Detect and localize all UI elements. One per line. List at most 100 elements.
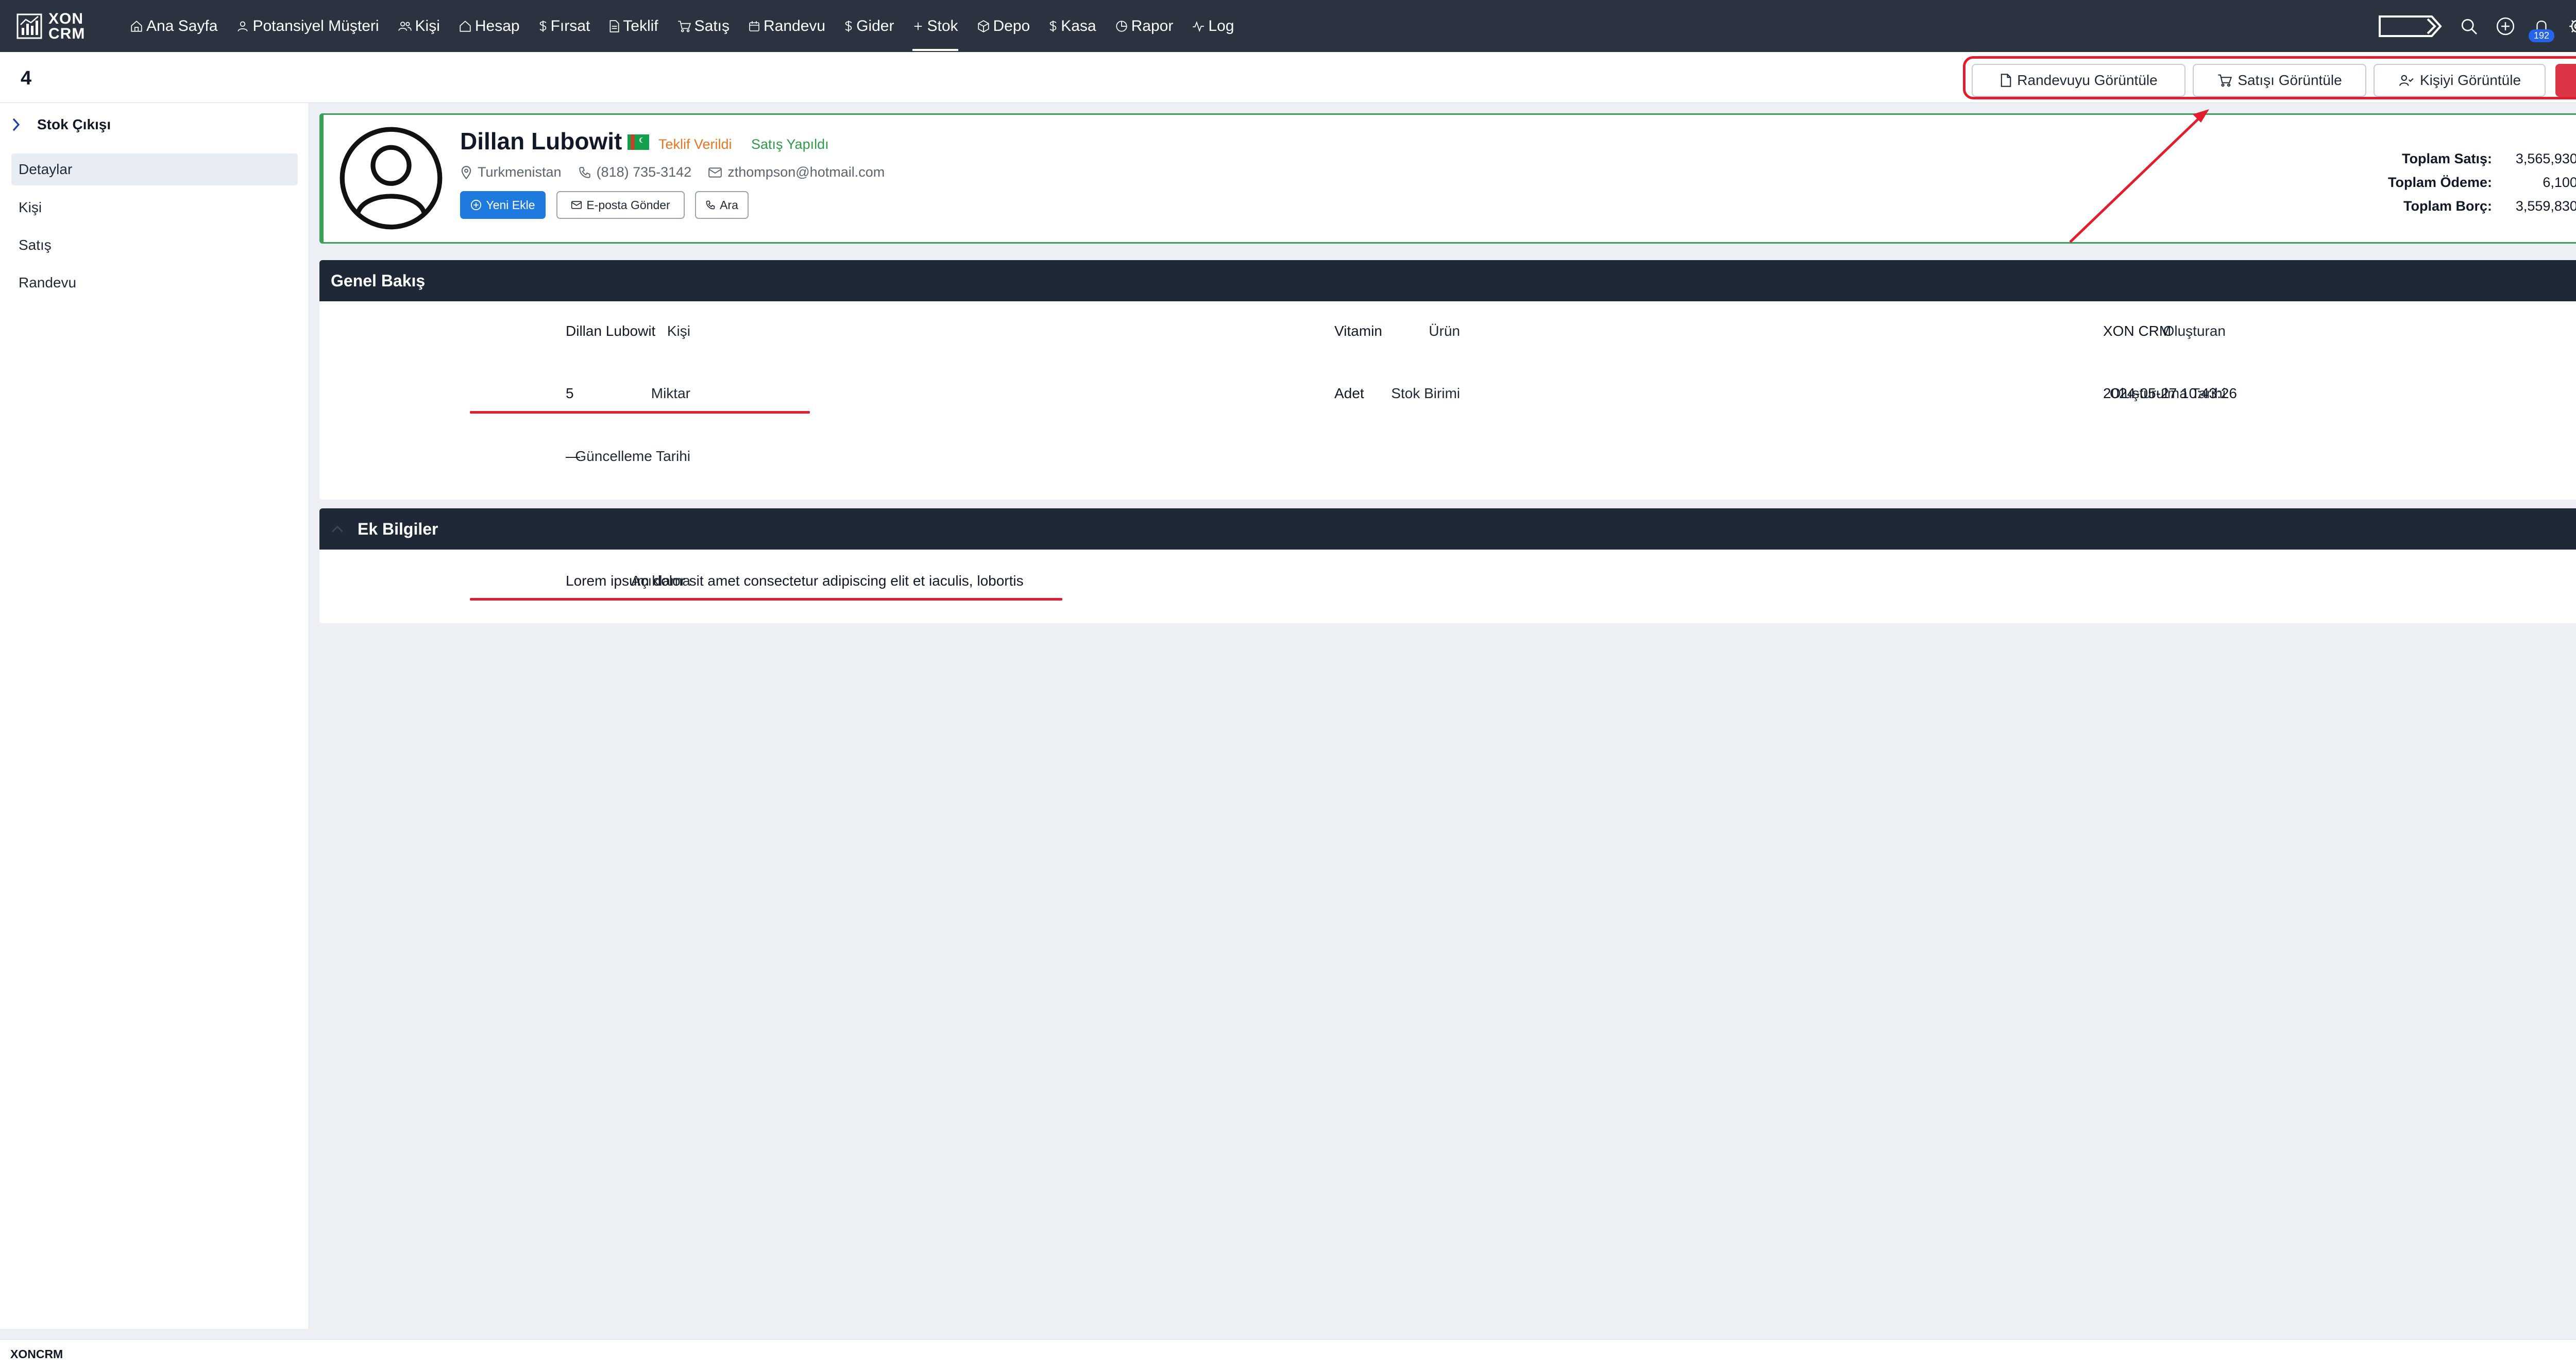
dollar-icon xyxy=(1049,20,1057,32)
chevron-right-icon xyxy=(12,118,20,131)
nav-item-satis[interactable]: Satış xyxy=(677,0,730,52)
logo-line2: CRM xyxy=(48,25,86,42)
total-label: Toplam Satış: xyxy=(2401,150,2492,166)
sidebar-item-label: Satış xyxy=(19,237,52,253)
nav-item-kasa[interactable]: Kasa xyxy=(1048,0,1096,52)
view-appointment-button[interactable]: Randevuyu Görüntüle xyxy=(1972,64,2185,97)
quantity-value: 5 xyxy=(566,385,574,401)
phone-icon xyxy=(579,166,590,178)
detail-sidebar: Stok Çıkışı Detaylar Kişi Satış Randevu xyxy=(0,103,309,1329)
settings-button[interactable] xyxy=(2568,16,2576,36)
total-label: Toplam Borç: xyxy=(2403,198,2492,214)
status-offer-badge: Teklif Verildi xyxy=(658,136,732,152)
nav-item-depo[interactable]: Depo xyxy=(977,0,1030,52)
total-payment-row: Toplam Ödeme: 6,100.00 TL xyxy=(2388,170,2576,194)
building-icon xyxy=(460,20,471,32)
search-button[interactable] xyxy=(2460,17,2478,36)
box-icon xyxy=(977,20,989,32)
gear-icon xyxy=(2569,20,2576,32)
view-sale-button[interactable]: Satışı Görüntüle xyxy=(2193,64,2366,97)
nav-item-log[interactable]: Log xyxy=(1192,0,1234,52)
add-button[interactable] xyxy=(2496,16,2515,36)
nav-label: Gider xyxy=(856,17,894,35)
nav-item-randevu[interactable]: Randevu xyxy=(748,0,825,52)
notification-count-badge: 192 xyxy=(2529,29,2555,42)
document-icon xyxy=(609,20,619,32)
search-icon xyxy=(2461,19,2477,35)
contact-name[interactable]: Dillan Lubowit xyxy=(460,127,622,155)
phone-info[interactable]: (818) 735-3142 xyxy=(578,164,692,180)
app-logo[interactable]: XON CRM xyxy=(16,11,109,41)
nav-item-rapor[interactable]: Rapor xyxy=(1115,0,1174,52)
nav-label: Satış xyxy=(694,17,730,35)
activity-icon xyxy=(1193,21,1205,32)
nav-label: Log xyxy=(1208,17,1234,35)
phone-text: (818) 735-3142 xyxy=(596,164,692,180)
email-text: zthompson@hotmail.com xyxy=(727,164,885,180)
nav-item-gider[interactable]: Gider xyxy=(844,0,894,52)
nav-label: Depo xyxy=(993,17,1030,35)
nav-item-kisi[interactable]: Kişi xyxy=(398,0,440,52)
nav-item-hesap[interactable]: Hesap xyxy=(459,0,520,52)
total-value: 3,559,830.00 TL xyxy=(2515,198,2576,214)
created-by-value: XON CRM xyxy=(2103,323,2172,339)
nav-label: Kasa xyxy=(1061,17,1096,35)
sidebar-header[interactable]: Stok Çıkışı xyxy=(10,116,111,133)
overview-section: Genel Bakış Kişi Dillan Lubowit Ürün Vit… xyxy=(319,260,2576,500)
sidebar-title: Stok Çıkışı xyxy=(37,116,111,132)
nav-label: Randevu xyxy=(764,17,826,35)
nav-label: Teklif xyxy=(623,17,658,35)
sidebar-item-satis[interactable]: Satış xyxy=(11,229,298,261)
total-sales-row: Toplam Satış: 3,565,930.00 TL xyxy=(2388,147,2576,170)
nav-item-potansiyel-musteri[interactable]: Potansiyel Müşteri xyxy=(236,0,379,52)
call-button[interactable]: Ara xyxy=(695,191,749,219)
sidebar-item-randevu[interactable]: Randevu xyxy=(11,267,298,299)
record-id: 4 xyxy=(21,67,32,89)
button-label: Randevuyu Görüntüle xyxy=(2017,72,2158,88)
nav-label: Kişi xyxy=(415,17,440,35)
quantity-label: Miktar xyxy=(651,385,690,401)
cart-icon xyxy=(677,20,691,32)
notifications-button[interactable]: 192 xyxy=(2529,17,2555,42)
email-info[interactable]: zthompson@hotmail.com xyxy=(708,164,885,180)
nav-label: Rapor xyxy=(1131,17,1174,35)
sidebar-item-label: Randevu xyxy=(19,275,77,290)
created-at-value: 2024-05-27 10:43:26 xyxy=(2103,385,2237,401)
sidebar-item-label: Detaylar xyxy=(19,161,73,177)
footer: XONCRM xyxy=(0,1339,2576,1369)
nav-item-ana-sayfa[interactable]: Ana Sayfa xyxy=(130,0,217,52)
toggle-arrow-button[interactable] xyxy=(2378,15,2442,38)
logo-line1: XON xyxy=(48,10,84,27)
country-info: Turkmenistan xyxy=(460,164,562,180)
sidebar-item-detaylar[interactable]: Detaylar xyxy=(11,153,298,185)
phone-icon xyxy=(706,200,715,210)
delete-button[interactable] xyxy=(2555,64,2576,97)
send-email-button[interactable]: E-posta Gönder xyxy=(556,191,685,219)
overview-header: Genel Bakış xyxy=(319,260,2576,301)
extra-info-header[interactable]: Ek Bilgiler xyxy=(319,508,2576,550)
created-by-label: Oluşturan xyxy=(2163,323,2226,339)
logo-chart-icon xyxy=(16,13,42,39)
contact-info-row: Turkmenistan (818) 735-3142 zthompson@ho… xyxy=(460,164,901,180)
nav-item-stok[interactable]: Stok xyxy=(912,0,958,52)
quantity-highlight-underline xyxy=(470,411,810,414)
button-label: Yeni Ekle xyxy=(486,198,535,212)
chevron-up-icon xyxy=(332,525,343,533)
record-actions: Randevuyu Görüntüle Satışı Görüntüle Kiş… xyxy=(1963,56,2576,99)
section-title: Genel Bakış xyxy=(331,271,426,290)
document-icon xyxy=(2001,74,2011,87)
total-value: 6,100.00 TL xyxy=(2543,174,2576,190)
sidebar-item-kisi[interactable]: Kişi xyxy=(11,192,298,224)
description-highlight-underline xyxy=(470,598,1062,601)
nav-item-teklif[interactable]: Teklif xyxy=(608,0,658,52)
nav-item-firsat[interactable]: Fırsat xyxy=(538,0,590,52)
add-new-button[interactable]: Yeni Ekle xyxy=(460,191,546,219)
mail-icon xyxy=(708,167,722,178)
product-value: Vitamin xyxy=(1334,323,1382,339)
dollar-icon xyxy=(845,20,852,32)
mail-icon xyxy=(571,201,582,209)
view-person-button[interactable]: Kişiyi Görüntüle xyxy=(2374,64,2546,97)
person-value[interactable]: Dillan Lubowit xyxy=(566,323,655,339)
button-label: Satışı Görüntüle xyxy=(2238,72,2342,88)
updated-at-value: — xyxy=(566,448,580,464)
